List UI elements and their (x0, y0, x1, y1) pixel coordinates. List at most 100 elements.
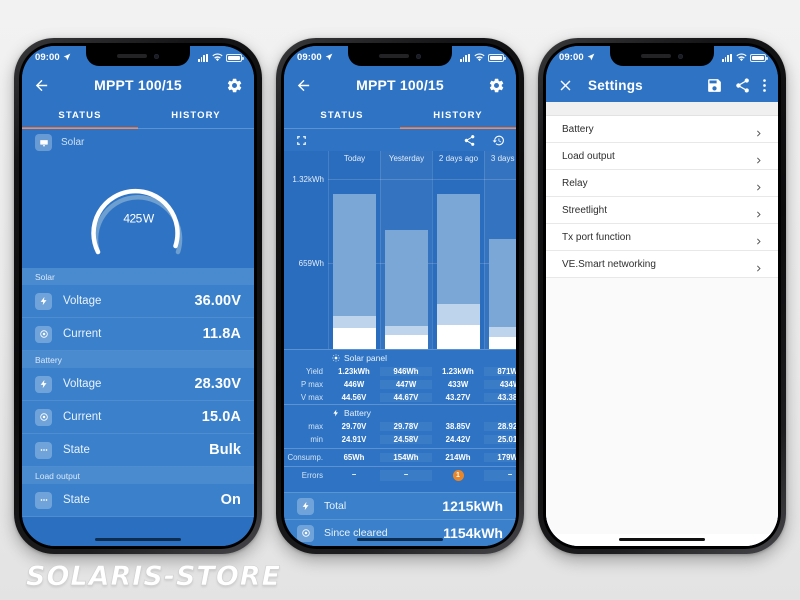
table-row-max: max 29.70V 29.78V 38.85V 28.92V (284, 420, 516, 433)
data-row-load-state[interactable]: State On (22, 484, 254, 517)
voltage-bolt-icon (35, 292, 52, 310)
front-camera (416, 53, 421, 59)
table-cell: 24.91V (341, 435, 367, 444)
table-group-label: Battery (344, 408, 371, 418)
since-cleared-value: 1154kWh (443, 525, 503, 541)
table-row-label: min (310, 435, 323, 444)
arrow-left-icon[interactable] (33, 77, 50, 94)
data-row-solar-voltage[interactable]: Voltage 36.00V (22, 285, 254, 318)
current-circle-icon (35, 325, 52, 343)
table-group-battery: Battery (284, 404, 516, 420)
table-row-label: P max (301, 380, 323, 389)
save-disk-icon[interactable] (706, 77, 723, 94)
since-cleared-row: Since cleared 1154kWh (284, 519, 516, 546)
row-label: Voltage (63, 378, 102, 390)
gauge-value: 425W (122, 199, 154, 230)
front-camera (154, 53, 159, 59)
table-row-cells: 446W 447W 433W 434W (328, 380, 516, 389)
clock-time: 09:00 (35, 51, 60, 63)
status-bar-left: 09:00 (35, 52, 71, 63)
overflow-menu-icon[interactable] (762, 77, 767, 94)
table-row-vmax: V max 44.56V 44.67V 43.27V 43.38V (284, 391, 516, 404)
bolt-icon (333, 409, 338, 417)
data-row-battery-current[interactable]: Current 15.0A (22, 401, 254, 434)
battery-icon (226, 53, 244, 62)
share-icon[interactable] (734, 77, 751, 94)
sun-icon (332, 354, 340, 362)
phone2-app-bar: MPPT 100/15 (284, 68, 516, 102)
chevron-right-icon (754, 206, 763, 217)
chart-column-3-days-ago[interactable]: 3 days ago (484, 151, 516, 349)
share-icon[interactable] (463, 134, 476, 147)
row-value: 15.0A (201, 409, 241, 425)
tab-history[interactable]: HISTORY (400, 102, 516, 129)
wifi-icon (473, 53, 485, 61)
table-row-label: Yield (305, 367, 323, 376)
bar-segment-float (437, 194, 480, 304)
chart-column-2-days-ago[interactable]: 2 days ago (432, 151, 484, 349)
row-value: On (220, 492, 241, 508)
bar-segment-absorption (489, 327, 516, 337)
data-row-battery-voltage[interactable]: Voltage 28.30V (22, 368, 254, 401)
chart-column-today[interactable]: Today (328, 151, 380, 349)
row-label: State (63, 494, 90, 506)
table-row-pmax: P max 446W 447W 433W 434W (284, 378, 516, 391)
phone3-content: Battery Load output Relay Streetlight Tx… (546, 102, 778, 546)
tab-status[interactable]: STATUS (284, 102, 400, 129)
table-row-min: min 24.91V 24.58V 24.42V 25.01V (284, 433, 516, 446)
solar-panel-header: Solar (22, 129, 254, 156)
table-cell: 154Wh (380, 453, 432, 462)
row-value: 11.8A (202, 326, 241, 342)
settings-empty-area (546, 278, 778, 534)
table-cell: 434W (484, 380, 516, 389)
wifi-icon (735, 53, 747, 61)
table-row-cells: – – 1 – (328, 470, 516, 481)
phone-status-screen: 09:00 MPPT 100/15 STATUS HISTORY Solar 4… (14, 38, 262, 554)
table-row-cells: 1.23kWh 946Wh 1.23kWh 871Wh (328, 367, 516, 376)
chart-column-label: Yesterday (388, 154, 425, 163)
history-clock-icon[interactable] (492, 134, 505, 147)
settings-item-ve-smart-networking[interactable]: VE.Smart networking (546, 251, 778, 278)
tab-history[interactable]: HISTORY (138, 102, 254, 129)
phone-bezel: 09:00 MPPT 100/15 (281, 43, 519, 549)
chart-bar (437, 194, 480, 349)
state-dots-icon (35, 491, 52, 509)
chart-column-label: 2 days ago (438, 154, 479, 163)
settings-item-label: VE.Smart networking (562, 258, 656, 270)
settings-item-relay[interactable]: Relay (546, 170, 778, 197)
solar-power-gauge-container: 425W (22, 156, 254, 268)
phone-history-screen: 09:00 MPPT 100/15 STATUS HISTORY 1.32kWh… (276, 38, 524, 554)
chart-toolbar-right (463, 134, 505, 147)
table-cell: 1.23kWh (338, 367, 370, 376)
data-row-solar-current[interactable]: Current 11.8A (22, 318, 254, 351)
history-table: Solar panel Yield 1.23kWh 946Wh 1.23kWh … (284, 349, 516, 492)
gear-icon[interactable] (488, 77, 505, 94)
table-divider (284, 448, 516, 449)
data-row-battery-state[interactable]: State Bulk (22, 434, 254, 467)
row-label: Voltage (63, 295, 102, 307)
table-cell: 65Wh (343, 453, 365, 462)
gear-icon[interactable] (226, 77, 243, 94)
table-cell: 44.56V (341, 393, 367, 402)
phone-bezel: 09:00 MPPT 100/15 (19, 43, 257, 549)
settings-item-streetlight[interactable]: Streetlight (546, 197, 778, 224)
fullscreen-icon[interactable] (295, 134, 308, 147)
bar-segment-float (489, 239, 516, 327)
chart-column-yesterday[interactable]: Yesterday (380, 151, 432, 349)
section-header-battery: Battery (22, 351, 254, 368)
settings-item-tx-port-function[interactable]: Tx port function (546, 224, 778, 251)
tab-status[interactable]: STATUS (22, 102, 138, 129)
chart-column-label: Today (343, 154, 366, 163)
settings-item-label: Streetlight (562, 204, 608, 216)
table-cell: 214Wh (445, 453, 471, 462)
table-row-label: Errors (301, 471, 323, 480)
settings-item-label: Relay (562, 177, 588, 189)
arrow-left-icon[interactable] (295, 77, 312, 94)
settings-item-battery[interactable]: Battery (546, 116, 778, 143)
chart-toolbar (284, 129, 516, 151)
close-x-icon[interactable] (557, 77, 574, 94)
bar-segment-absorption (385, 326, 428, 335)
gauge-number: 425 (123, 211, 142, 226)
bar-segment-absorption (333, 316, 376, 328)
settings-item-load-output[interactable]: Load output (546, 143, 778, 170)
